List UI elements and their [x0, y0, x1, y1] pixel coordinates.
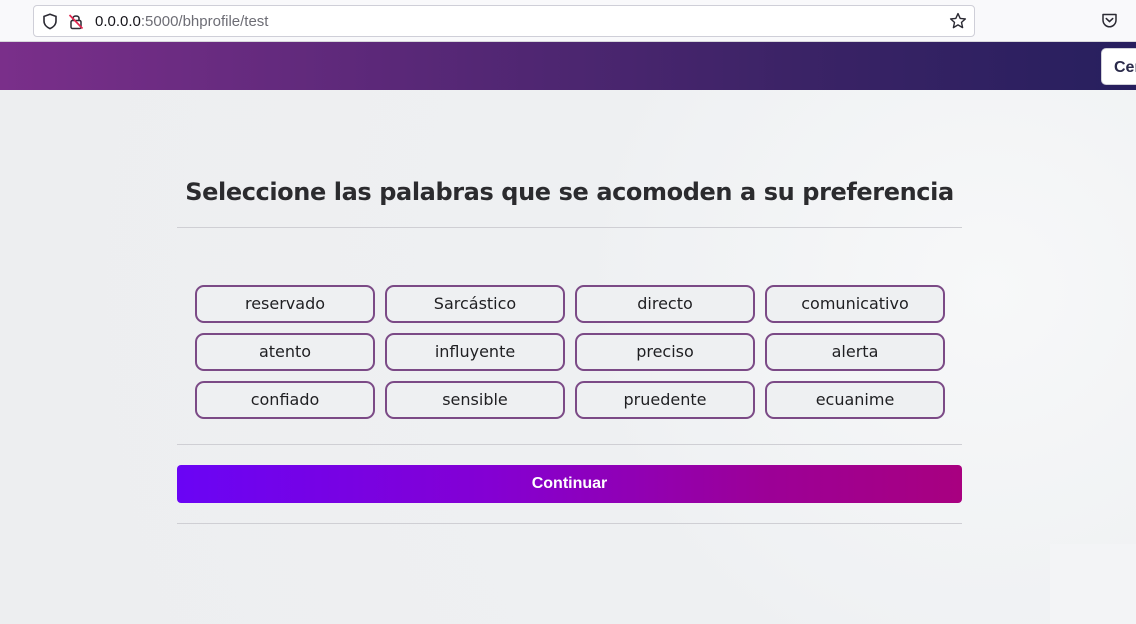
- page-background: [0, 90, 1136, 624]
- question-title: Seleccione las palabras que se acomoden …: [185, 178, 954, 206]
- word-option[interactable]: confiado: [195, 381, 375, 419]
- divider-middle: [177, 444, 962, 445]
- bookmark-star-icon[interactable]: [949, 12, 967, 30]
- word-option[interactable]: influyente: [385, 333, 565, 371]
- url-text[interactable]: 0.0.0.0:5000/bhprofile/test: [95, 13, 268, 31]
- site-header: Cer: [0, 42, 1136, 90]
- word-option[interactable]: preciso: [575, 333, 755, 371]
- url-host: 0.0.0.0: [95, 13, 141, 30]
- address-bar[interactable]: 0.0.0.0:5000/bhprofile/test: [33, 5, 975, 37]
- pocket-icon[interactable]: [1101, 12, 1118, 29]
- word-option[interactable]: pruedente: [575, 381, 755, 419]
- word-option[interactable]: atento: [195, 333, 375, 371]
- insecure-lock-icon[interactable]: [68, 13, 84, 30]
- continue-button[interactable]: Continuar: [177, 465, 962, 503]
- browser-toolbar: 0.0.0.0:5000/bhprofile/test: [0, 0, 1136, 42]
- word-option[interactable]: ecuanime: [765, 381, 945, 419]
- word-option[interactable]: alerta: [765, 333, 945, 371]
- divider-top: [177, 227, 962, 228]
- header-button[interactable]: Cer: [1101, 48, 1136, 85]
- word-option[interactable]: comunicativo: [765, 285, 945, 323]
- divider-bottom: [177, 523, 962, 524]
- word-option[interactable]: sensible: [385, 381, 565, 419]
- word-option[interactable]: reservado: [195, 285, 375, 323]
- word-option[interactable]: Sarcástico: [385, 285, 565, 323]
- url-path: :5000/bhprofile/test: [140, 13, 269, 30]
- word-option[interactable]: directo: [575, 285, 755, 323]
- tracking-protection-shield-icon[interactable]: [42, 13, 58, 30]
- page-background-lower: [1050, 544, 1136, 624]
